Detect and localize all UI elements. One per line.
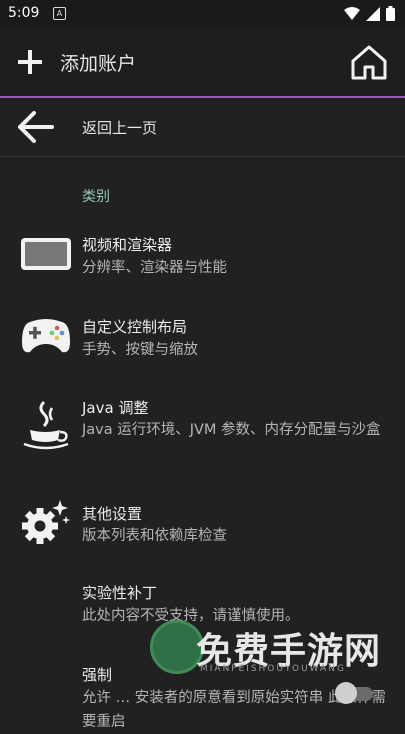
item-title: 自定义控制布局 xyxy=(82,318,188,336)
item-subtitle: 版本列表和依赖库检查 xyxy=(82,528,227,544)
gear-sparkle-icon xyxy=(22,500,70,544)
wifi-icon xyxy=(344,6,360,20)
item-title: 实验性补丁 xyxy=(82,584,158,602)
force-toggle-knob[interactable] xyxy=(335,682,357,704)
tablet-icon xyxy=(21,238,71,270)
java-cup-icon xyxy=(23,400,69,450)
gamepad-icon xyxy=(22,319,70,353)
item-subtitle: Java 运行环境、JVM 参数、内存分配量与沙盒 xyxy=(82,422,381,438)
battery-icon xyxy=(386,6,395,21)
home-icon[interactable] xyxy=(349,42,389,82)
watermark-subtext: MIANFEISHOUYOUWANG xyxy=(200,664,346,674)
status-time: 5:09 xyxy=(8,5,40,21)
status-icons xyxy=(344,6,395,21)
signal-icon xyxy=(366,6,380,21)
top-toolbar: 添加账户 xyxy=(0,28,405,98)
settings-item-java[interactable]: Java 调整 Java 运行环境、JVM 参数、内存分配量与沙盒 xyxy=(0,390,405,470)
settings-item-other[interactable]: 其他设置 版本列表和依赖库检查 xyxy=(0,494,405,558)
settings-item-controls[interactable]: 自定义控制布局 手势、按键与缩放 xyxy=(0,308,405,372)
settings-item-video[interactable]: 视频和渲染器 分辨率、渲染器与性能 xyxy=(0,226,405,290)
add-account-button[interactable] xyxy=(14,46,46,78)
item-subtitle: 手势、按键与缩放 xyxy=(82,342,198,358)
notification-icon: A xyxy=(53,7,66,20)
status-bar: 5:09 A xyxy=(0,0,405,28)
item-title: 强制 xyxy=(82,666,113,684)
back-row[interactable]: 返回上一页 xyxy=(0,98,405,157)
add-account-label[interactable]: 添加账户 xyxy=(60,49,136,76)
category-header: 类别 xyxy=(82,189,110,205)
item-title: 其他设置 xyxy=(82,505,143,523)
back-arrow-icon[interactable] xyxy=(16,110,56,144)
item-title: 视频和渲染器 xyxy=(82,236,173,254)
item-title: Java 调整 xyxy=(82,399,149,417)
back-label[interactable]: 返回上一页 xyxy=(82,117,157,138)
item-subtitle: 分辨率、渲染器与性能 xyxy=(82,260,227,276)
